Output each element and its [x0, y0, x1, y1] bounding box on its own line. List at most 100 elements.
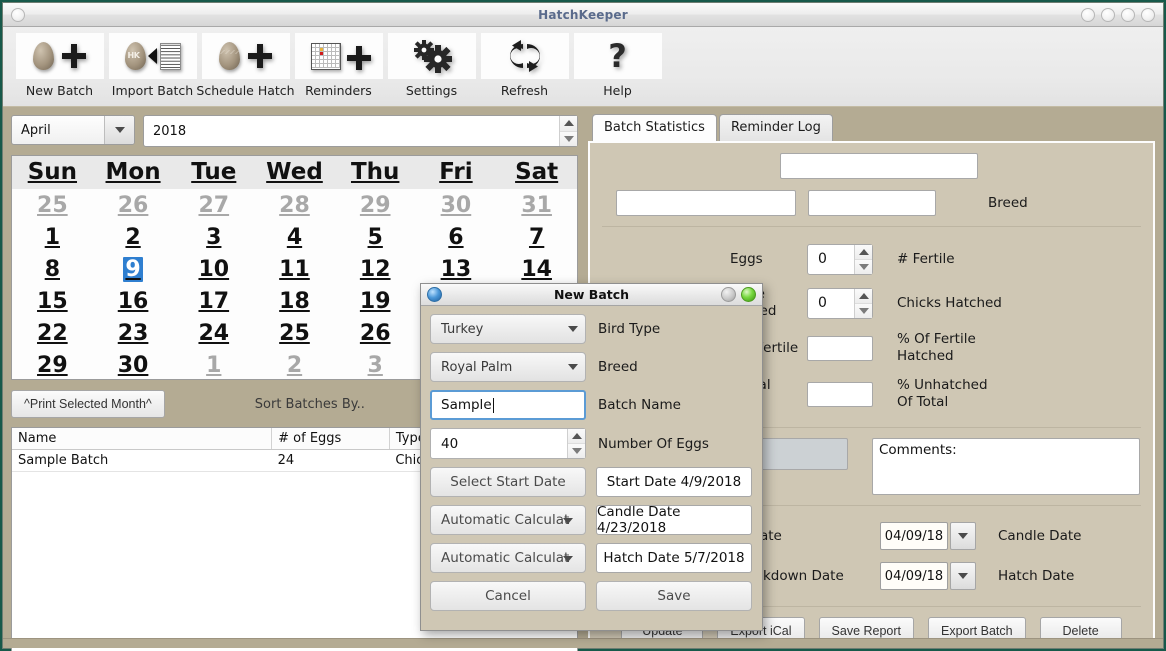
- num-fertile-buttons[interactable]: [854, 245, 872, 274]
- window-dot-left-icon[interactable]: [11, 8, 25, 22]
- calendar-day[interactable]: 31: [496, 189, 577, 221]
- toolbar-refresh[interactable]: Refresh: [478, 33, 571, 98]
- year-spinner-buttons[interactable]: [559, 116, 577, 146]
- cancel-button[interactable]: Cancel: [430, 581, 586, 611]
- calendar-day[interactable]: 3: [335, 349, 416, 380]
- dialog-breed-arrow[interactable]: [561, 364, 585, 370]
- batch-breed-field[interactable]: [808, 190, 936, 216]
- calendar-day[interactable]: 14: [496, 253, 577, 285]
- year-spinner-up[interactable]: [560, 116, 577, 132]
- comments-box[interactable]: Comments:: [872, 438, 1140, 495]
- tab-reminder-log[interactable]: Reminder Log: [719, 114, 833, 141]
- hatch-date-picker[interactable]: 04/09/18: [880, 562, 976, 590]
- chicks-hatched-buttons[interactable]: [854, 289, 872, 318]
- calendar-day[interactable]: 22: [12, 317, 93, 349]
- calendar-day[interactable]: 13: [416, 253, 497, 285]
- calendar-day[interactable]: 5: [335, 221, 416, 253]
- calendar-day[interactable]: 8: [12, 253, 93, 285]
- calendar-day[interactable]: 28: [254, 189, 335, 221]
- chicks-hatched-spinner[interactable]: 0: [807, 288, 873, 319]
- calendar-day[interactable]: 2: [93, 221, 174, 253]
- bird-type-select[interactable]: Turkey: [430, 314, 586, 344]
- print-selected-month-button[interactable]: ^Print Selected Month^: [11, 390, 165, 418]
- hatch-mode-select[interactable]: Automatic Calculat: [430, 543, 586, 573]
- calendar-day[interactable]: 15: [12, 285, 93, 317]
- hatch-date-arrow[interactable]: [950, 562, 976, 590]
- month-select-arrow[interactable]: [104, 116, 134, 144]
- calendar-day[interactable]: 12: [335, 253, 416, 285]
- calendar-day[interactable]: 30: [93, 349, 174, 380]
- calendar-day[interactable]: 1: [173, 349, 254, 380]
- candle-mode-select[interactable]: Automatic Calculat: [430, 505, 586, 535]
- number-of-eggs-spinner[interactable]: 40: [430, 428, 586, 459]
- calendar-day[interactable]: 27: [173, 189, 254, 221]
- select-start-date-button[interactable]: Select Start Date: [430, 467, 586, 497]
- month-select[interactable]: April: [11, 115, 135, 145]
- calendar-day[interactable]: 30: [416, 189, 497, 221]
- chicks-hatched-up[interactable]: [855, 289, 872, 304]
- toolbar-new-batch[interactable]: New Batch: [13, 33, 106, 98]
- triangle-down-icon: [859, 264, 869, 270]
- dialog-menu-icon[interactable]: [427, 287, 442, 302]
- toolbar-schedule-hatch[interactable]: Schedule Hatch: [199, 33, 292, 98]
- batch-name-input[interactable]: Sample: [430, 390, 586, 420]
- dialog-minimize-icon[interactable]: [721, 287, 736, 302]
- calendar-day[interactable]: 29: [12, 349, 93, 380]
- year-spinner-down[interactable]: [560, 132, 577, 147]
- num-fertile-down[interactable]: [855, 260, 872, 274]
- dialog-titlebar: New Batch: [421, 284, 762, 306]
- num-fertile-spinner[interactable]: 0: [807, 244, 873, 275]
- toolbar-import-batch[interactable]: HK Import Batch: [106, 33, 199, 98]
- tab-batch-statistics[interactable]: Batch Statistics: [592, 114, 717, 141]
- calendar-day[interactable]: 26: [93, 189, 174, 221]
- window-dot-2-icon[interactable]: [1101, 8, 1115, 22]
- calendar-day[interactable]: 11: [254, 253, 335, 285]
- candle-date-arrow[interactable]: [950, 522, 976, 550]
- window-dot-4-icon[interactable]: [1141, 8, 1155, 22]
- number-of-eggs-buttons[interactable]: [567, 429, 585, 458]
- batch-name-field[interactable]: [780, 153, 978, 179]
- calendar-day[interactable]: 29: [335, 189, 416, 221]
- calendar-day[interactable]: 4: [254, 221, 335, 253]
- right-tabs[interactable]: Batch Statistics Reminder Log: [588, 113, 1155, 141]
- chicks-hatched-down[interactable]: [855, 304, 872, 318]
- batch-table-col-header[interactable]: Name: [12, 428, 272, 450]
- calendar-day[interactable]: 19: [335, 285, 416, 317]
- pct-fertile-hatched-field[interactable]: [807, 336, 873, 361]
- calendar-day[interactable]: 25: [254, 317, 335, 349]
- toolbar-reminders[interactable]: Reminders: [292, 33, 385, 98]
- toolbar-help[interactable]: ? Help: [571, 33, 664, 98]
- calendar-day[interactable]: 7: [496, 221, 577, 253]
- bird-type-arrow[interactable]: [561, 326, 585, 332]
- dialog-maximize-icon[interactable]: [741, 287, 756, 302]
- calendar-day[interactable]: 10: [173, 253, 254, 285]
- dialog-egg-count-row: 40 Number Of Eggs: [430, 428, 753, 459]
- egg-plus-icon: [16, 33, 104, 79]
- pct-unhatched-field[interactable]: [807, 382, 873, 407]
- calendar-day[interactable]: 2: [254, 349, 335, 380]
- calendar-day[interactable]: 23: [93, 317, 174, 349]
- candle-date-picker[interactable]: 04/09/18: [880, 522, 976, 550]
- number-of-eggs-down[interactable]: [568, 444, 585, 458]
- calendar-day[interactable]: 6: [416, 221, 497, 253]
- batch-type-field[interactable]: [616, 190, 796, 216]
- calendar-day[interactable]: 18: [254, 285, 335, 317]
- number-of-eggs-up[interactable]: [568, 429, 585, 444]
- calendar-day[interactable]: 26: [335, 317, 416, 349]
- save-button[interactable]: Save: [596, 581, 752, 611]
- calendar-day[interactable]: 16: [93, 285, 174, 317]
- calendar-day[interactable]: 17: [173, 285, 254, 317]
- calendar-day[interactable]: 3: [173, 221, 254, 253]
- batch-table-col-header[interactable]: # of Eggs: [272, 428, 390, 450]
- num-fertile-up[interactable]: [855, 245, 872, 260]
- calendar-day[interactable]: 24: [173, 317, 254, 349]
- calendar-day[interactable]: 9: [93, 253, 174, 285]
- toolbar-settings[interactable]: Settings: [385, 33, 478, 98]
- new-batch-dialog[interactable]: New Batch Turkey Bird Type: [420, 283, 763, 631]
- window-dot-3-icon[interactable]: [1121, 8, 1135, 22]
- calendar-day[interactable]: 25: [12, 189, 93, 221]
- calendar-day[interactable]: 1: [12, 221, 93, 253]
- window-dot-1-icon[interactable]: [1081, 8, 1095, 22]
- dialog-breed-select[interactable]: Royal Palm: [430, 352, 586, 382]
- year-spinner[interactable]: 2018: [143, 115, 578, 147]
